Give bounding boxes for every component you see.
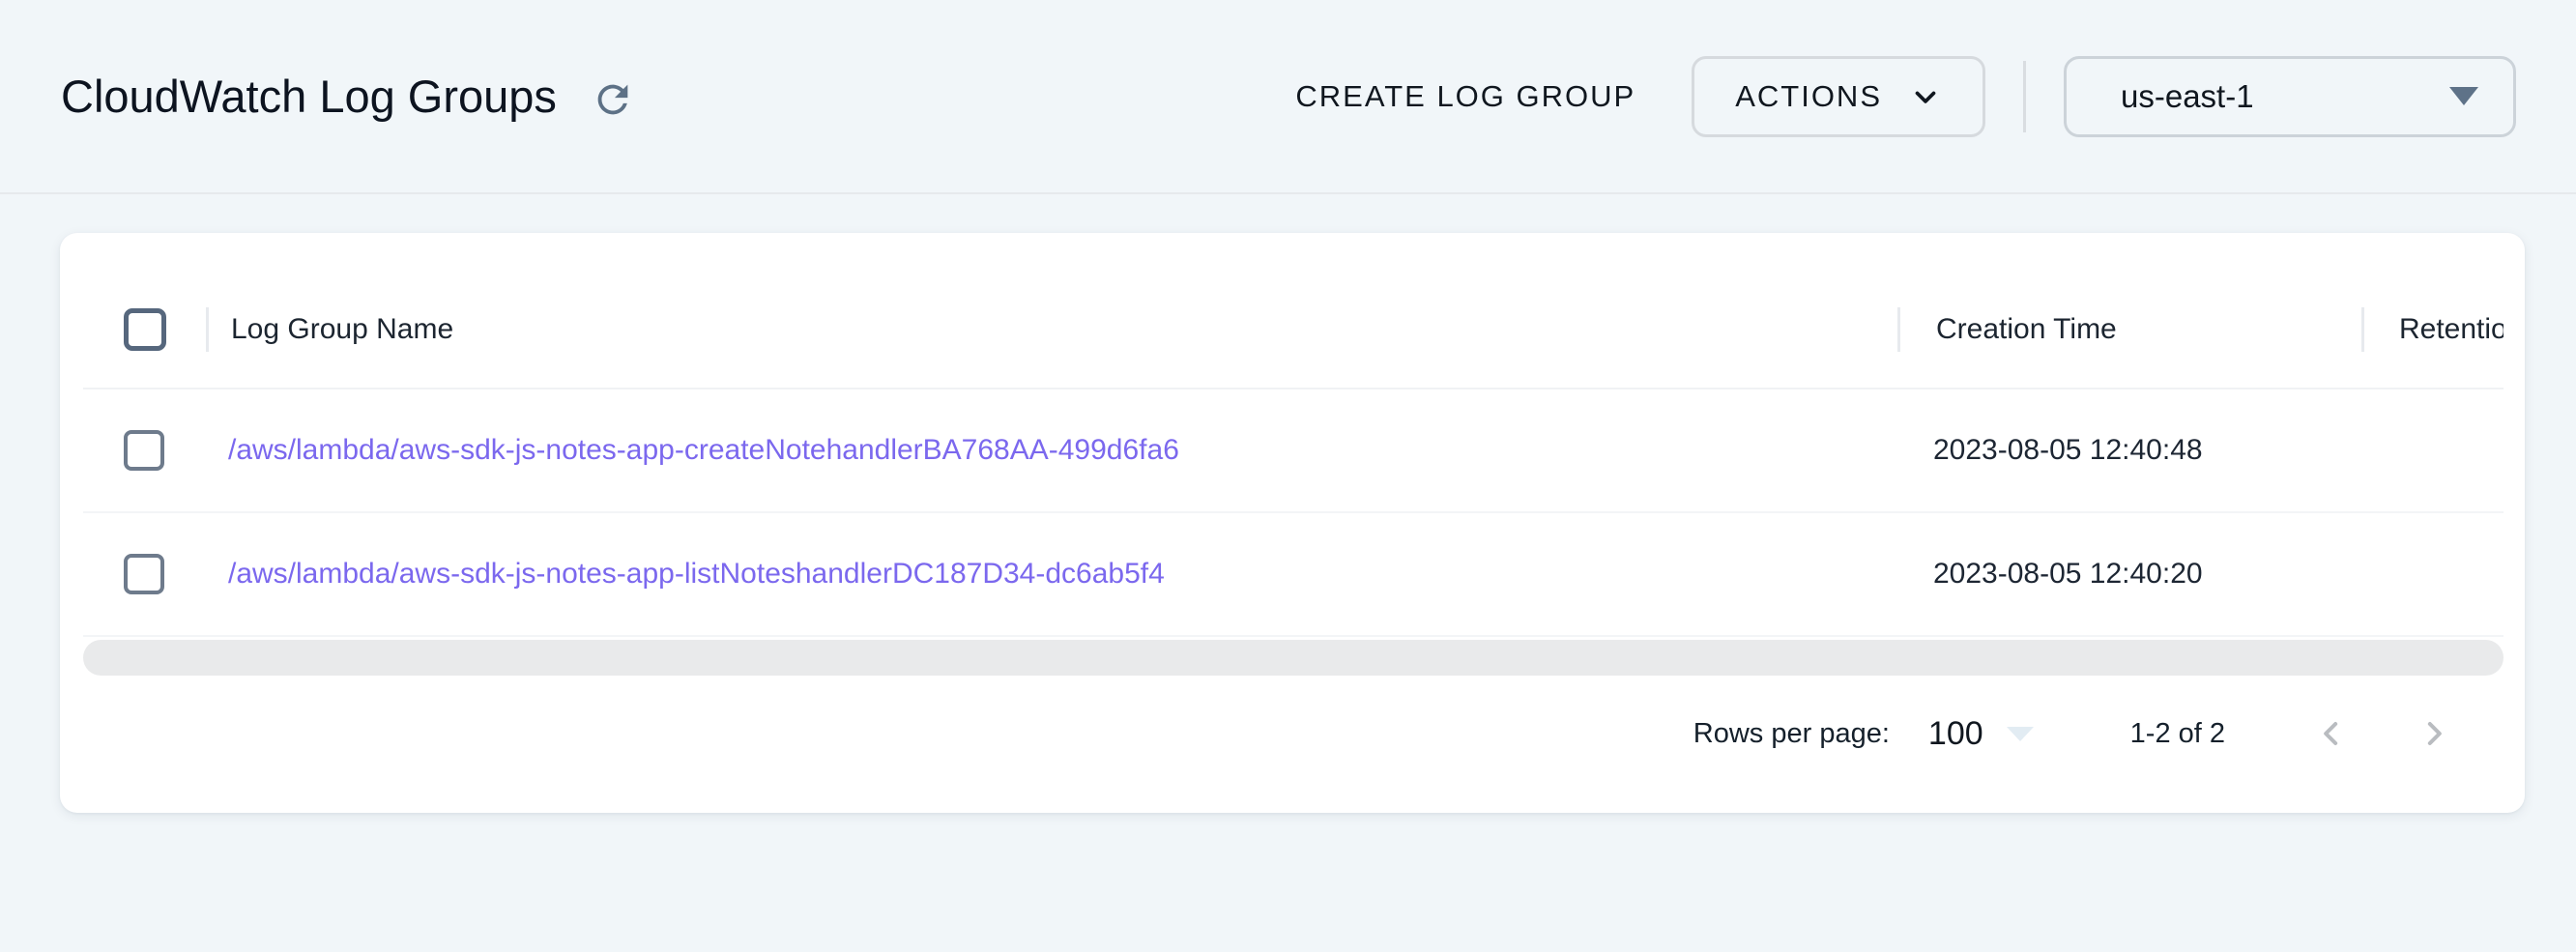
region-selected-value: us-east-1 <box>2121 78 2254 115</box>
rows-per-page-label: Rows per page: <box>1693 718 1890 750</box>
row-time-cell: 2023-08-05 12:40:48 <box>1897 434 2361 467</box>
rows-per-page-select[interactable]: 100 <box>1928 715 2034 753</box>
main-content: Log Group Name Creation Time Retentio /a… <box>0 233 2576 813</box>
chevron-down-icon <box>1909 80 1942 113</box>
column-header-creation-time: Creation Time <box>1936 313 2117 346</box>
table-header-row: Log Group Name Creation Time Retentio <box>83 272 2504 389</box>
creation-time-value: 2023-08-05 12:40:48 <box>1933 434 2203 467</box>
caret-down-icon <box>2449 87 2478 105</box>
header-cell-creation-time: Creation Time <box>1897 307 2361 352</box>
log-groups-table-card: Log Group Name Creation Time Retentio /a… <box>60 233 2525 813</box>
refresh-button[interactable] <box>590 76 636 123</box>
column-header-log-group-name: Log Group Name <box>231 313 453 346</box>
column-divider <box>1897 307 1900 352</box>
chevron-right-icon <box>2415 714 2453 753</box>
header-toolbar: CloudWatch Log Groups CREATE LOG GROUP A… <box>0 0 2576 194</box>
row-checkbox-cell <box>83 554 206 594</box>
header-checkbox-cell <box>83 308 206 351</box>
table-row: /aws/lambda/aws-sdk-js-notes-app-listNot… <box>83 513 2504 637</box>
create-log-group-button[interactable]: CREATE LOG GROUP <box>1295 79 1635 114</box>
caret-down-icon <box>2007 727 2034 741</box>
row-name-cell: /aws/lambda/aws-sdk-js-notes-app-createN… <box>206 434 1897 467</box>
row-checkbox[interactable] <box>124 430 164 471</box>
table-row: /aws/lambda/aws-sdk-js-notes-app-createN… <box>83 389 2504 513</box>
column-divider <box>2361 307 2364 352</box>
pagination-range-label: 1-2 of 2 <box>2130 718 2225 750</box>
column-divider <box>206 307 209 352</box>
refresh-icon <box>591 77 635 122</box>
pagination-bar: Rows per page: 100 1-2 of 2 <box>83 676 2504 792</box>
page-title: CloudWatch Log Groups <box>61 70 557 123</box>
row-time-cell: 2023-08-05 12:40:20 <box>1897 558 2361 591</box>
header-cell-retention: Retentio <box>2361 307 2504 352</box>
actions-button-label: ACTIONS <box>1735 79 1882 114</box>
chevron-left-icon <box>2312 714 2351 753</box>
rows-per-page-value: 100 <box>1928 715 1983 753</box>
horizontal-scrollbar-thumb[interactable] <box>83 640 2504 676</box>
header-cell-log-group-name: Log Group Name <box>206 307 1897 352</box>
row-name-cell: /aws/lambda/aws-sdk-js-notes-app-listNot… <box>206 558 1897 591</box>
column-header-retention: Retentio <box>2399 313 2504 346</box>
row-checkbox-cell <box>83 430 206 471</box>
toolbar-divider <box>2023 61 2026 132</box>
log-group-link[interactable]: /aws/lambda/aws-sdk-js-notes-app-listNot… <box>228 558 1165 591</box>
select-all-checkbox[interactable] <box>124 308 166 351</box>
next-page-button[interactable] <box>2415 714 2453 753</box>
horizontal-scrollbar <box>83 640 2504 676</box>
previous-page-button[interactable] <box>2312 714 2351 753</box>
log-group-link[interactable]: /aws/lambda/aws-sdk-js-notes-app-createN… <box>228 434 1179 467</box>
region-selector-dropdown[interactable]: us-east-1 <box>2064 56 2516 137</box>
creation-time-value: 2023-08-05 12:40:20 <box>1933 558 2203 591</box>
actions-menu-button[interactable]: ACTIONS <box>1692 56 1985 137</box>
row-checkbox[interactable] <box>124 554 164 594</box>
